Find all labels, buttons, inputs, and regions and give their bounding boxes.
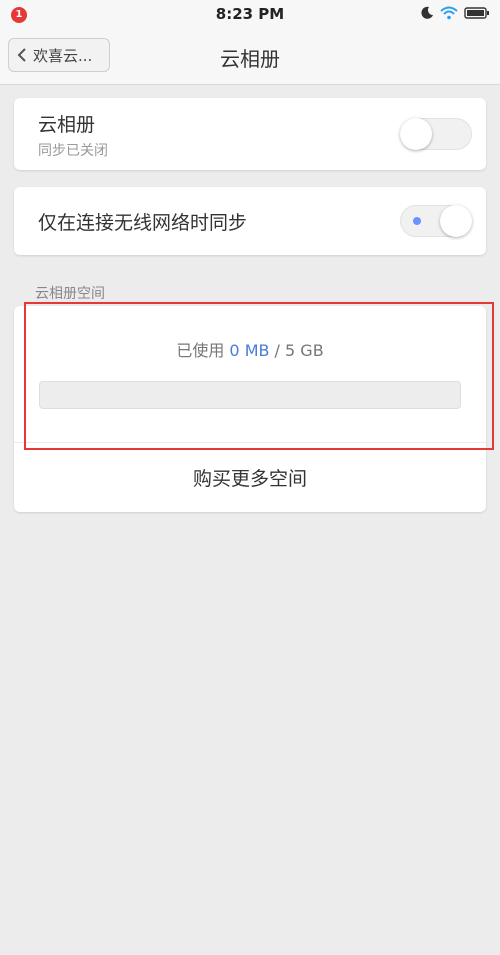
battery-icon: [464, 7, 489, 19]
storage-usage-text: 已使用 0 MB / 5 GB: [14, 337, 486, 361]
toggle-knob: [400, 118, 432, 150]
wifi-icon: [440, 6, 458, 20]
usage-total: 5 GB: [285, 341, 324, 360]
usage-used: 0 MB: [229, 341, 270, 360]
storage-card: 已使用 0 MB / 5 GB 购买更多空间: [14, 306, 486, 512]
storage-section-header: 云相册空间: [35, 286, 105, 302]
status-icons: [420, 6, 490, 20]
toggle-on-indicator: [413, 217, 421, 225]
sync-status: 同步已关闭: [38, 143, 108, 159]
wifi-only-toggle[interactable]: [400, 205, 472, 237]
status-bar: 1 8:23 PM: [0, 0, 500, 30]
navigation-bar: 欢喜云... 云相册: [0, 30, 500, 85]
moon-icon: [421, 6, 433, 19]
sync-toggle[interactable]: [400, 118, 472, 150]
wifi-only-title: 仅在连接无线网络时同步: [38, 212, 248, 234]
toggle-knob: [440, 205, 472, 237]
storage-progress-bar: [39, 381, 461, 409]
usage-prefix: 已使用: [176, 341, 230, 360]
sync-setting-row: 云相册 同步已关闭: [14, 98, 486, 170]
buy-more-space-button[interactable]: 购买更多空间: [14, 443, 486, 512]
usage-separator: /: [269, 341, 286, 360]
sync-title: 云相册: [38, 114, 96, 136]
wifi-only-setting-row: 仅在连接无线网络时同步: [14, 187, 486, 255]
page-title: 云相册: [220, 47, 280, 71]
